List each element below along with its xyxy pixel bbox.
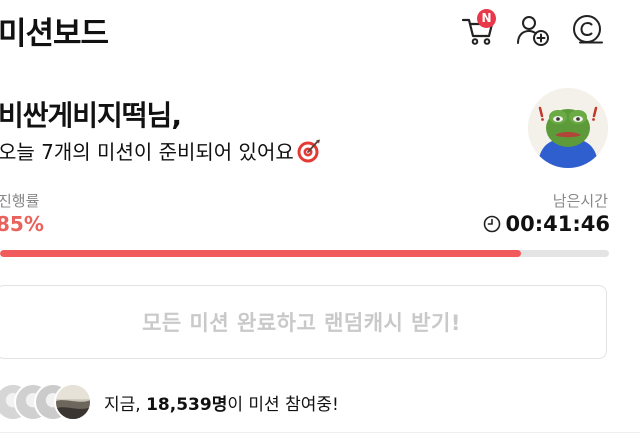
add-friend-button[interactable] [515,12,551,48]
progress-label: 진행률 [0,192,40,210]
participant-avatar [54,383,92,421]
page-title: 미션보드 [0,16,109,52]
add-friend-icon [517,16,549,46]
timer-label: 남은시간 [552,192,608,210]
greeting-message: 오늘 7개의 미션이 준비되어 있어요 [0,136,322,165]
cart-button[interactable]: N [460,9,496,48]
clock-icon [483,215,501,233]
progress-bar [0,250,609,257]
header: 미션보드 N [0,0,640,62]
timer: 00:41:46 [483,210,610,238]
timer-value: 00:41:46 [505,212,610,236]
cart-badge: N [477,9,496,28]
claim-reward-button[interactable]: 모든 미션 완료하고 랜덤캐시 받기! [0,285,607,359]
frog-avatar-image [528,88,608,168]
participants-prefix: 지금, [104,394,147,415]
participants-row: 지금, 18,539명이 미션 참여중! [0,380,339,424]
divider [0,432,640,433]
target-emoji-icon [297,139,320,163]
cash-button[interactable] [570,12,606,48]
participant-avatars [0,382,100,422]
greeting-message-text: 오늘 7개의 미션이 준비되어 있어요 [0,140,294,164]
participants-count: 18,539명 [146,394,228,415]
participants-suffix: 이 미션 참여중! [227,394,339,415]
participants-text: 지금, 18,539명이 미션 참여중! [104,390,339,415]
progress-value: 85% [0,212,44,236]
greeting-name: 비싼게비지떡님, [0,99,182,132]
avatar[interactable] [528,88,608,168]
progress-bar-fill [0,250,521,257]
cash-icon [573,15,603,44]
mission-board-page: 미션보드 N 비싼게비지떡님, 오늘 7개의 미션이 준비되어 있어요 진행률 … [0,0,640,440]
